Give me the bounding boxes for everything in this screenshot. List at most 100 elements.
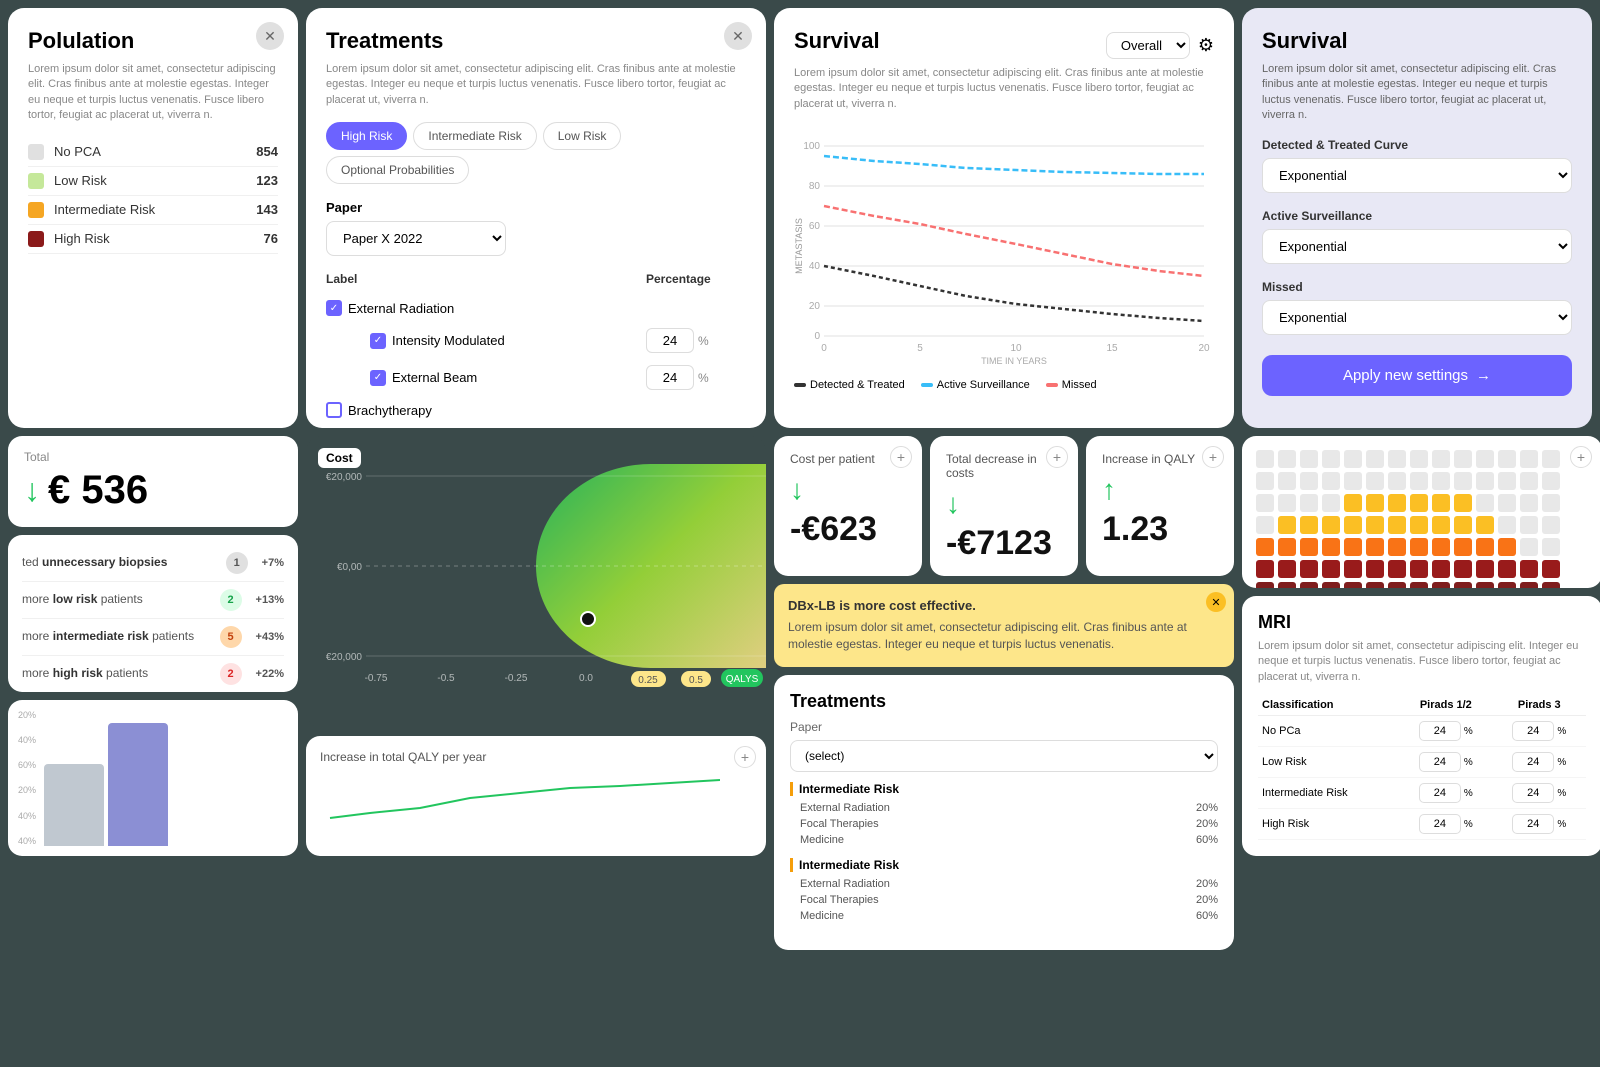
stat-label-intermediate: more intermediate risk patients bbox=[22, 629, 220, 645]
svg-text:15: 15 bbox=[1106, 343, 1118, 354]
stat-row-intermediate: more intermediate risk patients 5 +43% bbox=[22, 619, 284, 656]
metric-value-qaly: 1.23 bbox=[1102, 510, 1218, 549]
survival-title: Survival bbox=[794, 28, 880, 54]
stat-row-lowrisk: more low risk patients 2 +13% bbox=[22, 582, 284, 619]
curve-select-surveillance[interactable]: Exponential bbox=[1262, 229, 1572, 264]
treatment-row-brachy: Brachytherapy bbox=[326, 396, 746, 424]
mri-table: Classification Pirads 1/2 Pirads 3 No PC… bbox=[1258, 695, 1586, 840]
legend-detected: Detected & Treated bbox=[794, 379, 905, 391]
curve-select-detected[interactable]: Exponential bbox=[1262, 158, 1572, 193]
stat-label-biopsies: ted unnecessary biopsies bbox=[22, 555, 226, 571]
arrow-up-icon: ↑ bbox=[1102, 474, 1218, 506]
pop-label-intermediate: Intermediate Risk bbox=[54, 202, 256, 217]
tooltip-card: ✕ DBx-LB is more cost effective. Lorem i… bbox=[774, 584, 1234, 667]
svg-text:20: 20 bbox=[1198, 343, 1210, 354]
survival-right-card: Survival Lorem ipsum dolor sit amet, con… bbox=[1242, 8, 1592, 428]
pct-input-ext-beam[interactable] bbox=[646, 365, 694, 390]
mri-input-intermediate-1[interactable] bbox=[1419, 783, 1461, 803]
curve-label-missed: Missed bbox=[1262, 280, 1572, 294]
mini-chart-card: 20%40%60% 20%40%40% bbox=[8, 700, 298, 857]
mri-input-intermediate-2[interactable] bbox=[1512, 783, 1554, 803]
mri-cell-lowrisk-label: Low Risk bbox=[1258, 747, 1399, 778]
tab-intermediate-risk[interactable]: Intermediate Risk bbox=[413, 122, 536, 150]
treatments-close-button[interactable]: ✕ bbox=[724, 22, 752, 50]
svg-text:-0.25: -0.25 bbox=[505, 673, 528, 684]
risk-section-2: Intermediate Risk External Radiation 20%… bbox=[790, 858, 1218, 924]
curve-select-missed[interactable]: Exponential bbox=[1262, 300, 1572, 335]
metric-plus-1[interactable]: + bbox=[890, 446, 912, 468]
col-pct-header: Percentage bbox=[646, 272, 746, 286]
pct-input-intensity[interactable] bbox=[646, 328, 694, 353]
curve-section-missed: Missed Exponential bbox=[1262, 280, 1572, 335]
survival-card: Survival Overall ⚙ Lorem ipsum dolor sit… bbox=[774, 8, 1234, 428]
curve-label-detected: Detected & Treated Curve bbox=[1262, 138, 1572, 152]
svg-text:-€20,000: -€20,000 bbox=[326, 652, 362, 663]
tooltip-title: DBx-LB is more cost effective. bbox=[788, 598, 1220, 613]
pop-row-intermediate: Intermediate Risk 143 bbox=[28, 196, 278, 225]
treatments-title: Treatments bbox=[326, 28, 746, 54]
pop-dot-intermediate bbox=[28, 202, 44, 218]
mri-col-classification: Classification bbox=[1258, 695, 1399, 716]
apply-settings-button[interactable]: Apply new settings → bbox=[1262, 355, 1572, 396]
risk-row-medicine-2: Medicine 60% bbox=[790, 908, 1218, 924]
tooltip-close-button[interactable]: ✕ bbox=[1206, 592, 1226, 612]
svg-text:€0,00: €0,00 bbox=[337, 562, 362, 573]
stats-card: ted unnecessary biopsies 1 +7% more low … bbox=[8, 535, 298, 692]
checkbox-brachy[interactable] bbox=[326, 402, 342, 418]
mri-input-nopca-2[interactable] bbox=[1512, 721, 1554, 741]
survival-controls: Overall ⚙ bbox=[1106, 32, 1214, 59]
mri-desc: Lorem ipsum dolor sit amet, consectetur … bbox=[1258, 639, 1586, 685]
svg-text:METASTASIS: METASTASIS bbox=[794, 218, 804, 274]
bar-grey bbox=[44, 764, 104, 846]
tab-high-risk[interactable]: High Risk bbox=[326, 122, 407, 150]
curve-section-surveillance: Active Surveillance Exponential bbox=[1262, 209, 1572, 264]
svg-text:€20,000: €20,000 bbox=[326, 472, 362, 483]
qaly-plus-button[interactable]: + bbox=[734, 746, 756, 768]
overall-select[interactable]: Overall bbox=[1106, 32, 1190, 59]
pop-dot-nopca bbox=[28, 144, 44, 160]
mri-cell-intermediate-label: Intermediate Risk bbox=[1258, 778, 1399, 809]
waffle-plus-button[interactable]: + bbox=[1570, 446, 1592, 468]
tab-optional-probs[interactable]: Optional Probabilities bbox=[326, 156, 469, 184]
stat-row-highrisk: more high risk patients 2 +22% bbox=[22, 656, 284, 692]
tab-low-risk[interactable]: Low Risk bbox=[543, 122, 622, 150]
col4-bottom: + bbox=[1242, 436, 1600, 856]
checkbox-ext-rad[interactable]: ✓ bbox=[326, 300, 342, 316]
svg-text:5: 5 bbox=[917, 343, 923, 354]
metric-plus-3[interactable]: + bbox=[1202, 446, 1224, 468]
total-label: Total bbox=[24, 450, 282, 464]
mri-input-highrisk-1[interactable] bbox=[1419, 814, 1461, 834]
survival-chart: METASTASIS 100 80 60 40 20 0 0 5 10 15 bbox=[794, 126, 1214, 366]
mri-col-pirads12: Pirads 1/2 bbox=[1399, 695, 1492, 716]
svg-text:-0.75: -0.75 bbox=[365, 673, 388, 684]
metric-plus-2[interactable]: + bbox=[1046, 446, 1068, 468]
treatments-mini-select[interactable]: (select) bbox=[790, 740, 1218, 772]
col-label-header: Label bbox=[326, 272, 646, 286]
paper-label: Paper bbox=[326, 200, 746, 215]
mri-row-highrisk: High Risk % % bbox=[1258, 809, 1586, 840]
legend-missed: Missed bbox=[1046, 379, 1097, 391]
legend-detected-label: Detected & Treated bbox=[810, 379, 905, 391]
metric-label-decrease: Total decrease in costs bbox=[946, 452, 1062, 480]
population-desc: Lorem ipsum dolor sit amet, consectetur … bbox=[28, 62, 278, 124]
curve-section-detected: Detected & Treated Curve Exponential bbox=[1262, 138, 1572, 193]
mri-input-lowrisk-1[interactable] bbox=[1419, 752, 1461, 772]
stat-label-lowrisk: more low risk patients bbox=[22, 592, 220, 608]
mri-input-lowrisk-2[interactable] bbox=[1512, 752, 1554, 772]
survival-header: Survival Overall ⚙ bbox=[794, 28, 1214, 62]
treatments-desc: Lorem ipsum dolor sit amet, consectetur … bbox=[326, 62, 746, 108]
stat-change-lowrisk: +13% bbox=[256, 594, 284, 606]
cost-chart-area: €20,000 €0,00 -€20,000 -0.75 -0.5 -0.25 … bbox=[326, 456, 766, 668]
risk-row-ext-rad-2: External Radiation 20% bbox=[790, 876, 1218, 892]
stat-badge-highrisk: 2 bbox=[220, 663, 242, 685]
metric-qaly: + Increase in QALY ↑ 1.23 bbox=[1086, 436, 1234, 576]
checkbox-intensity[interactable]: ✓ bbox=[370, 333, 386, 349]
population-close-button[interactable]: ✕ bbox=[256, 22, 284, 50]
checkbox-ext-beam[interactable]: ✓ bbox=[370, 370, 386, 386]
paper-select[interactable]: Paper X 2022 bbox=[326, 221, 506, 256]
survival-settings-button[interactable]: ⚙ bbox=[1198, 35, 1214, 56]
mri-input-highrisk-2[interactable] bbox=[1512, 814, 1554, 834]
mri-input-nopca-1[interactable] bbox=[1419, 721, 1461, 741]
col3-bottom: + Cost per patient ↓ -€623 + Total decre… bbox=[774, 436, 1234, 856]
label-ext-rad: External Radiation bbox=[348, 301, 454, 316]
